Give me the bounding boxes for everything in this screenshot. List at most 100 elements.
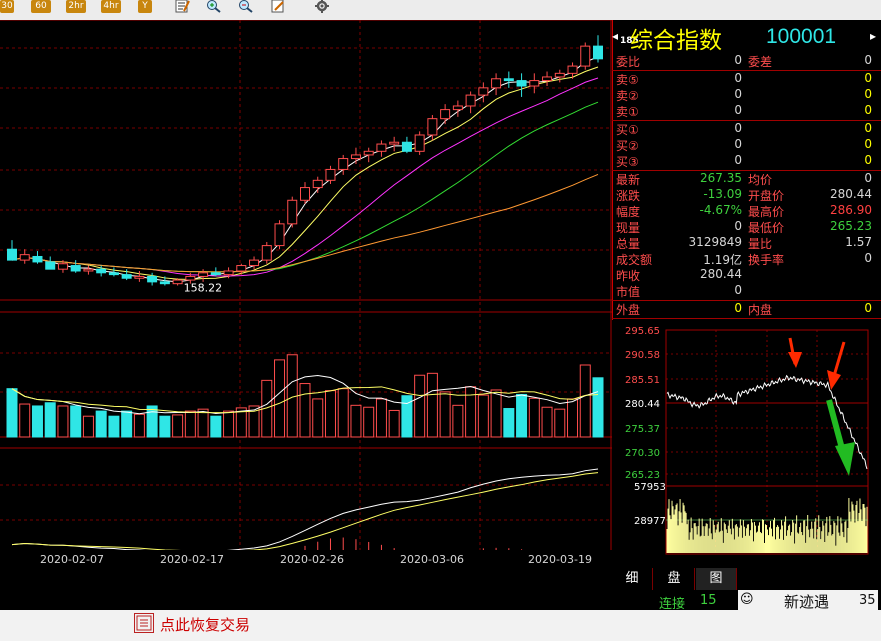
watermark-text: 新迹遇 xyxy=(784,593,830,611)
weicha-label: 委差 xyxy=(748,55,773,69)
stat-label: 现量 xyxy=(616,221,641,235)
period-4hr-button[interactable]: 4hr xyxy=(101,0,121,13)
outer-inner-row: 外盘 0 内盘 0 xyxy=(612,301,881,317)
kline-chart[interactable]: 158.22 2020-02-07 2020-02-17 2020-02-26 202… xyxy=(0,20,612,568)
weibi-row: 委比 0 委差 0 xyxy=(612,53,881,69)
stat-row: 总量 3129849 量比 1.57 xyxy=(612,235,881,251)
period-2hr-button[interactable]: 2hr xyxy=(66,0,86,13)
sell-label: 卖⑤ xyxy=(616,73,639,87)
intraday-chart[interactable]: 295.65 290.58 285.51 280.44 275.37 270.30 265.… xyxy=(612,320,881,568)
volume-bar xyxy=(503,408,515,438)
volume-bar xyxy=(528,397,540,438)
buy-volume: 0 xyxy=(864,137,872,151)
volume-bar xyxy=(6,388,18,438)
volume-bar xyxy=(426,372,438,438)
volume-bar xyxy=(197,408,209,438)
stat-label: 量比 xyxy=(748,237,773,251)
stat-label: 昨收 xyxy=(616,269,641,283)
stat-value: 0 xyxy=(734,219,742,233)
intraday-volume-mid-label: 28977 xyxy=(634,516,666,527)
volume-bar xyxy=(31,405,43,438)
divider xyxy=(612,318,881,319)
x-tick-label: 2020-03-19 xyxy=(528,553,592,566)
buy-label: 买③ xyxy=(616,155,639,169)
stat-row: 现量 0 最低价 265.23 xyxy=(612,219,881,235)
volume-bar xyxy=(337,388,349,438)
stat-label: 成交额 xyxy=(616,253,653,267)
stat-row: 幅度 -4.67% 最高价 286.90 xyxy=(612,203,881,219)
draw-pen-icon[interactable] xyxy=(270,0,286,13)
buy-price: 0 xyxy=(734,137,742,151)
volume-bar xyxy=(121,410,133,438)
intraday-price-label: 275.37 xyxy=(625,424,660,435)
quote-rows: 委比 0 委差 0 卖⑤ 0 0 卖② 0 0 卖① 0 0 买① 0 0 买② 0 0 买③ 0 0 最新 267.35 均价… xyxy=(612,53,881,328)
sell-volume: 0 xyxy=(864,103,872,117)
volume-bar xyxy=(375,398,387,438)
stat-value: -4.67% xyxy=(699,203,742,217)
toolbar: 30 60 2hr 4hr Y xyxy=(0,0,881,20)
buy-label: 买① xyxy=(616,123,639,137)
stat-value: -13.09 xyxy=(703,187,742,201)
stat-value: 1.57 xyxy=(845,235,872,249)
volume-bar xyxy=(57,405,69,438)
tab-chart[interactable]: 图 xyxy=(696,568,737,590)
stat-value: 267.35 xyxy=(700,171,742,185)
volume-bar xyxy=(388,409,400,438)
restore-trade-link[interactable]: 点此恢复交易 xyxy=(160,614,250,635)
sell-price: 0 xyxy=(734,71,742,85)
prev-stock-arrow[interactable]: ◂ xyxy=(612,29,618,43)
volume-bar xyxy=(554,408,566,438)
seal-icon xyxy=(134,613,154,633)
stat-value: 280.44 xyxy=(830,187,872,201)
zoom-in-icon[interactable] xyxy=(206,0,222,13)
volume-bar xyxy=(108,415,120,438)
volume-bar xyxy=(477,394,489,438)
stat-row: 昨收 280.44 xyxy=(612,267,881,283)
sell-label: 卖② xyxy=(616,89,639,103)
stat-label: 开盘价 xyxy=(748,189,785,203)
stat-row: 最新 267.35 均价 0 xyxy=(612,171,881,187)
outer-label: 外盘 xyxy=(616,303,641,317)
volume-bar xyxy=(592,377,604,438)
intraday-price-label: 290.58 xyxy=(625,350,660,361)
intraday-price-label: 295.65 xyxy=(625,326,660,337)
volume-bar xyxy=(439,391,451,438)
buy-row: 买③ 0 0 xyxy=(612,153,881,169)
inner-label: 内盘 xyxy=(748,303,773,317)
volume-bar xyxy=(159,415,171,438)
buy-row: 买① 0 0 xyxy=(612,121,881,137)
intraday-price-label: 265.23 xyxy=(625,470,660,481)
x-tick-label: 2020-03-06 xyxy=(400,553,464,566)
volume-bar xyxy=(95,410,107,438)
weibi-label: 委比 xyxy=(616,55,641,69)
period-60-button[interactable]: 60 xyxy=(31,0,51,13)
buy-row: 买② 0 0 xyxy=(612,137,881,153)
buy-price: 0 xyxy=(734,153,742,167)
period-year-button[interactable]: Y xyxy=(138,0,152,13)
period-30-button[interactable]: 30 xyxy=(0,0,14,13)
volume-bar xyxy=(19,403,31,438)
zoom-out-icon[interactable] xyxy=(238,0,254,13)
sell-volume: 0 xyxy=(864,71,872,85)
stat-value: 3129849 xyxy=(688,235,742,249)
sell-row: 卖⑤ 0 0 xyxy=(612,71,881,87)
candle xyxy=(414,131,425,155)
volume-bar xyxy=(490,389,502,438)
volume-bar xyxy=(70,405,82,438)
buy-volume: 0 xyxy=(864,153,872,167)
volume-bar xyxy=(299,383,311,438)
stat-label: 换手率 xyxy=(748,253,785,267)
index-code: 100001 xyxy=(766,25,837,48)
tab-board[interactable]: 盘 xyxy=(654,568,695,590)
stat-label: 最高价 xyxy=(748,205,785,219)
stat-label: 幅度 xyxy=(616,205,641,219)
x-tick-label: 2020-02-07 xyxy=(40,553,104,566)
notes-icon[interactable] xyxy=(174,0,190,13)
candle xyxy=(274,220,285,250)
gear-icon[interactable] xyxy=(314,0,330,13)
next-stock-arrow[interactable]: ▸ xyxy=(870,29,876,43)
title-bar: ◂ 185 综合指数 100001 ▸ xyxy=(612,20,881,54)
min-price-label: 158.22 xyxy=(184,281,223,294)
sell-label: 卖① xyxy=(616,105,639,119)
tab-detail[interactable]: 细 xyxy=(612,568,653,590)
